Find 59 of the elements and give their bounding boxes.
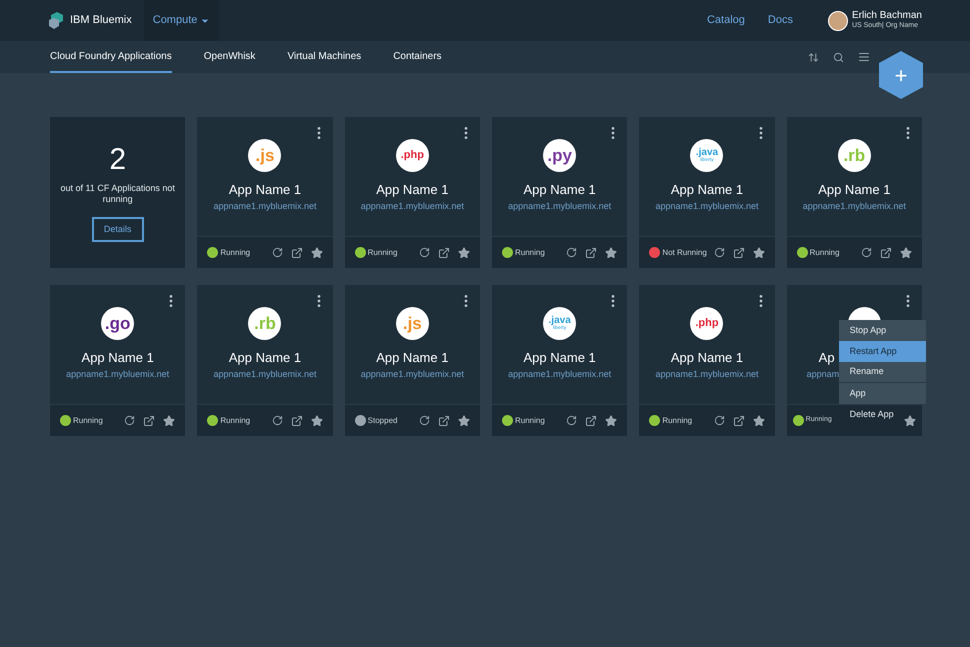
- menu-item[interactable]: App: [838, 383, 926, 404]
- app-name: App Name 1: [524, 349, 596, 367]
- app-name: App Name 1: [228, 181, 302, 199]
- app-url[interactable]: appnam: [806, 368, 840, 381]
- app-url[interactable]: appname1.mybluemix.net: [66, 368, 170, 381]
- user-name: Erlich Bachman: [852, 10, 922, 22]
- logo-text: .php: [400, 150, 424, 161]
- app-name: Ap: [818, 349, 835, 367]
- status-label: Running: [368, 246, 398, 258]
- menu-item[interactable]: Restart App: [838, 341, 926, 362]
- app-url[interactable]: appname1.mybluemix.net: [213, 368, 317, 381]
- tab[interactable]: Virtual Machines: [287, 41, 362, 73]
- status-label: Running: [220, 246, 250, 258]
- logo-text: .py: [547, 147, 572, 164]
- menu-item[interactable]: Stop App: [838, 320, 926, 341]
- app-name: App Name 1: [82, 349, 154, 367]
- app-name: App Name 1: [670, 181, 744, 199]
- brand-name: IBM Bluemix: [70, 13, 132, 28]
- status-label: Running: [810, 246, 840, 258]
- status-label: Running: [514, 414, 545, 426]
- nav-link[interactable]: Docs: [768, 12, 793, 29]
- status-label: Not Running: [662, 246, 707, 258]
- logo-text: .go: [104, 315, 130, 332]
- compute-menu[interactable]: Compute: [144, 0, 220, 41]
- status-label: Running: [514, 246, 545, 258]
- logo-text: .rb: [843, 147, 866, 164]
- tab[interactable]: Containers: [393, 41, 442, 73]
- app-url[interactable]: appname1.mybluemix.net: [213, 200, 317, 213]
- status-label: Running: [220, 414, 250, 426]
- app-name: App Name 1: [228, 349, 302, 367]
- app-url[interactable]: appname1.mybluemix.net: [655, 368, 759, 381]
- app-name: App Name 1: [670, 349, 744, 367]
- logo-text: .java: [696, 148, 718, 158]
- status-label: Stopped: [368, 414, 398, 426]
- app-url[interactable]: appname1.mybluemix.net: [508, 368, 612, 381]
- logo-text: .js: [256, 147, 274, 164]
- count: 2: [109, 145, 126, 175]
- app-url[interactable]: appname1.mybluemix.net: [508, 200, 612, 213]
- logo-text: .rb: [254, 315, 276, 332]
- app-name: App Name 1: [376, 349, 448, 367]
- logo-text: .js: [402, 315, 422, 332]
- tab[interactable]: Cloud Foundry Applications: [50, 41, 172, 73]
- app-url[interactable]: appname1.mybluemix.net: [360, 368, 464, 381]
- app-url[interactable]: appname1.mybluemix.net: [360, 200, 464, 213]
- status-label: Running: [662, 414, 692, 426]
- logo-text: .java: [548, 316, 571, 326]
- app-name: App Name 1: [818, 181, 890, 199]
- app-name: App Name 1: [376, 181, 448, 199]
- status-label: Running: [73, 414, 103, 426]
- app-url[interactable]: appname1.mybluemix.net: [655, 200, 759, 213]
- details-button[interactable]: Details: [92, 217, 144, 242]
- tab[interactable]: OpenWhisk: [204, 41, 256, 73]
- menu-item[interactable]: Delete App: [838, 404, 926, 425]
- menu-item[interactable]: Rename: [838, 362, 926, 383]
- summary-text: out of 11 CF Applications not running: [60, 183, 176, 205]
- logo-text: .php: [695, 318, 719, 329]
- nav-link[interactable]: Catalog: [706, 12, 745, 29]
- app-name: App Name 1: [524, 181, 596, 199]
- app-url[interactable]: appname1.mybluemix.net: [802, 200, 906, 213]
